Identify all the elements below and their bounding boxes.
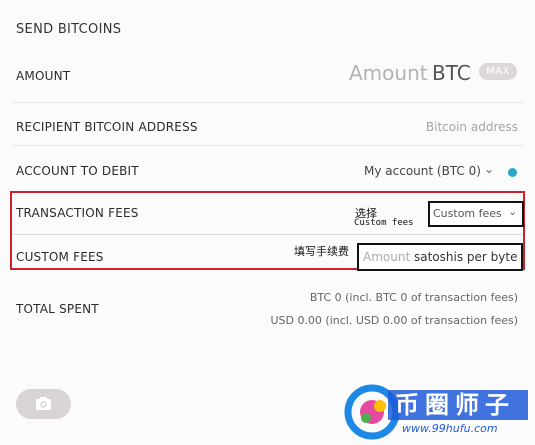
divider [12,234,523,235]
annotation-fill-fee-cn: 填写手续费 [294,245,349,258]
page-title: SEND BITCOINS [16,22,122,37]
chevron-down-icon[interactable]: ⌄ [508,205,517,218]
camera-icon [36,397,51,410]
total-spent-label: TOTAL SPENT [16,302,99,316]
account-label: ACCOUNT TO DEBIT [16,164,139,178]
annotation-select-en: Custom fees [354,218,414,228]
custom-fee-unit: satoshis per byte [414,250,518,264]
amount-unit: BTC [432,61,471,85]
recipient-address-input[interactable]: Bitcoin address [426,120,518,134]
transaction-fees-label: TRANSACTION FEES [16,206,139,220]
watermark-url: www.99hufu.com [402,422,498,435]
chevron-down-icon[interactable]: ⌄ [484,162,494,176]
custom-fees-label: CUSTOM FEES [16,250,104,264]
total-btc: BTC 0 (incl. BTC 0 of transaction fees) [309,291,518,304]
custom-fee-placeholder[interactable]: Amount [363,250,410,264]
divider [12,102,523,103]
recipient-label: RECIPIENT BITCOIN ADDRESS [16,120,198,134]
fee-type-value[interactable]: Custom fees [433,207,502,220]
camera-button[interactable] [16,389,71,419]
divider [12,145,523,146]
account-status-dot [508,168,517,177]
max-button[interactable]: MAX [479,63,517,80]
amount-input[interactable]: Amount [349,61,428,85]
amount-label: AMOUNT [16,69,71,83]
watermark-text: 币圈师子 [395,391,515,419]
total-usd: USD 0.00 (incl. USD 0.00 of transaction … [270,314,518,327]
account-select[interactable]: My account (BTC 0) [364,164,481,178]
